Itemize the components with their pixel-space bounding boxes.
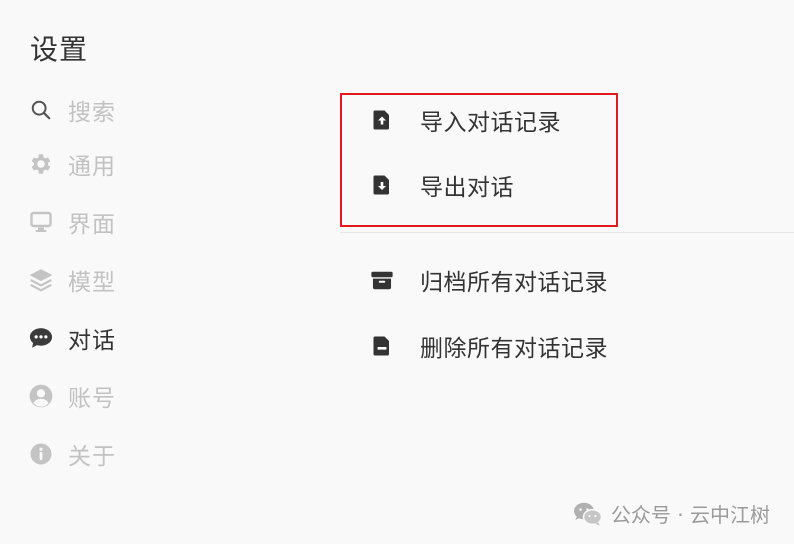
sidebar-item-models[interactable]: 模型 bbox=[28, 260, 116, 300]
chat-bubble-icon bbox=[28, 325, 54, 351]
sidebar-item-label: 对话 bbox=[68, 328, 116, 354]
gear-icon bbox=[28, 151, 54, 177]
sidebar-item-account[interactable]: 账号 bbox=[28, 376, 116, 416]
sidebar-item-label: 关于 bbox=[68, 444, 116, 470]
sidebar-item-chats[interactable]: 对话 bbox=[28, 318, 116, 358]
sidebar-item-label: 搜索 bbox=[68, 100, 116, 126]
archive-all-chats-button[interactable]: 归档所有对话记录 bbox=[370, 262, 608, 298]
archive-box-icon bbox=[370, 268, 394, 292]
sidebar-item-search[interactable]: 搜索 bbox=[28, 90, 116, 130]
file-download-icon bbox=[370, 173, 394, 197]
export-chats-label: 导出对话 bbox=[420, 175, 514, 201]
layers-icon bbox=[28, 267, 54, 293]
sidebar-item-interface[interactable]: 界面 bbox=[28, 202, 116, 242]
wechat-icon bbox=[573, 501, 603, 527]
delete-all-chats-label: 删除所有对话记录 bbox=[420, 336, 608, 362]
archive-all-chats-label: 归档所有对话记录 bbox=[420, 270, 608, 296]
file-upload-icon bbox=[370, 108, 394, 132]
watermark-text: 公众号 · 云中江树 bbox=[610, 503, 770, 527]
monitor-icon bbox=[28, 209, 54, 235]
sidebar-item-general[interactable]: 通用 bbox=[28, 144, 116, 184]
section-divider bbox=[340, 232, 794, 233]
import-chats-label: 导入对话记录 bbox=[420, 110, 561, 136]
export-chats-button[interactable]: 导出对话 bbox=[370, 167, 514, 203]
import-chats-button[interactable]: 导入对话记录 bbox=[370, 102, 561, 138]
sidebar-item-label: 账号 bbox=[68, 386, 116, 412]
info-icon bbox=[28, 441, 54, 467]
sidebar-item-label: 通用 bbox=[68, 154, 116, 180]
page-title: 设置 bbox=[30, 33, 89, 66]
sidebar-item-about[interactable]: 关于 bbox=[28, 434, 116, 474]
sidebar-item-label: 模型 bbox=[68, 270, 116, 296]
delete-all-chats-button[interactable]: 删除所有对话记录 bbox=[370, 328, 608, 364]
sidebar-item-label: 界面 bbox=[68, 212, 116, 238]
settings-page: 设置 搜索 通用 界面 模型 对话 账号 关于 导入对话记录 导出对话 归档所有… bbox=[0, 0, 794, 544]
search-icon bbox=[28, 97, 54, 123]
user-circle-icon bbox=[28, 383, 54, 409]
watermark: 公众号 · 云中江树 bbox=[573, 499, 770, 528]
file-minus-icon bbox=[370, 334, 394, 358]
